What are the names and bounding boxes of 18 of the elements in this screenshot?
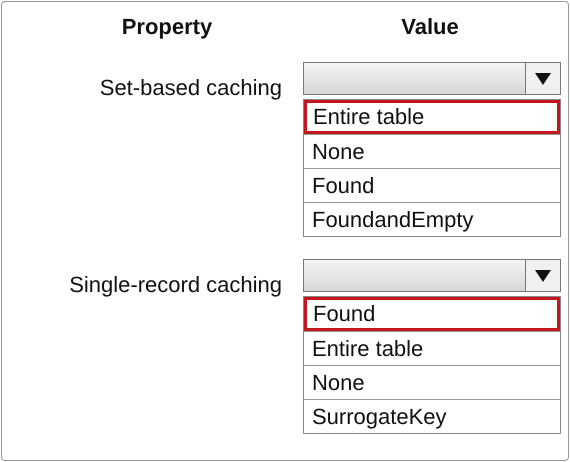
dropdown-option[interactable]: Found [304, 297, 560, 331]
dropdown-button[interactable] [525, 260, 560, 291]
dropdown[interactable] [303, 259, 561, 292]
caret-icon [534, 268, 552, 282]
property-label: Set-based caching [100, 75, 282, 100]
caret-icon [534, 72, 552, 86]
dropdown-option[interactable]: FoundandEmpty [304, 202, 560, 236]
property-label: Single-record caching [69, 272, 282, 297]
dropdown[interactable] [303, 62, 561, 95]
column-header: Value [401, 14, 459, 41]
dropdown-option[interactable]: Entire table [304, 331, 560, 365]
dropdown-option[interactable]: Entire table [304, 100, 560, 134]
dropdown-option[interactable]: None [304, 365, 560, 399]
dropdown-option[interactable]: None [304, 134, 560, 168]
dropdown-button[interactable] [525, 63, 560, 94]
dropdown-option[interactable]: SurrogateKey [304, 399, 560, 433]
dropdown-option[interactable]: Found [304, 168, 560, 202]
column-header: Property [122, 14, 212, 41]
